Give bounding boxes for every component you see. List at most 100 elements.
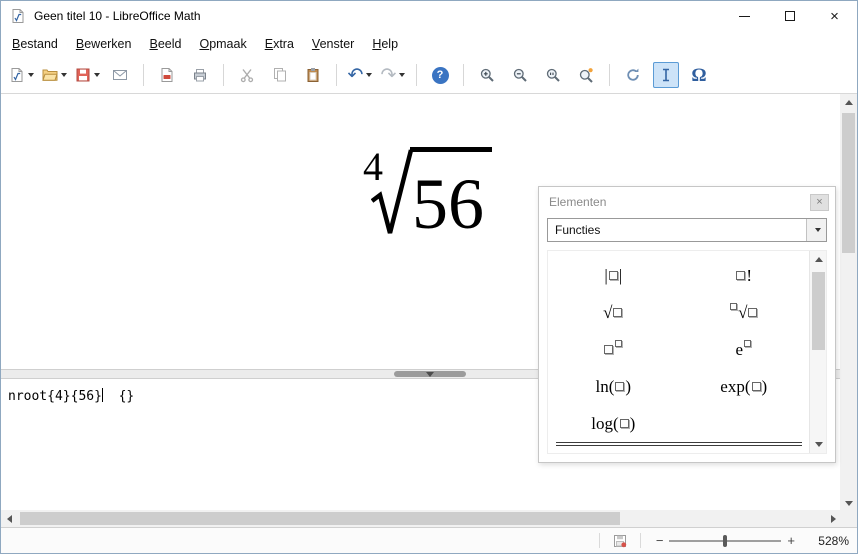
zoom-fit-all-icon [579,68,593,83]
export-pdf-button[interactable] [154,62,180,88]
undo-icon: ↶ [347,64,364,86]
new-formula-button[interactable] [8,62,34,88]
close-icon: × [830,7,839,25]
toolbar-separator [336,64,337,86]
save-dropdown-arrow-icon[interactable] [93,73,100,77]
title-bar: Geen titel 10 - LibreOffice Math × [1,1,857,31]
panel-close-icon: × [816,195,823,208]
print-button[interactable] [187,62,213,88]
close-button[interactable]: × [812,1,857,31]
splitter-arrow-icon [426,372,434,377]
menu-item-venster[interactable]: Venster [303,31,363,57]
libreoffice-math-window: { "window": { "title": "Geen titel 10 - … [0,0,858,554]
vertical-scrollbar-thumb[interactable] [842,113,855,253]
undo-button[interactable]: ↶ [347,62,373,88]
redo-dropdown-arrow-icon[interactable] [399,73,406,77]
menu-item-beeld[interactable]: Beeld [140,31,190,57]
elements-scroll-down-button[interactable] [810,436,826,453]
formula-cursor-icon [663,68,669,82]
horizontal-scrollbar-thumb[interactable] [20,512,620,525]
element-item-absolute-value[interactable]: | | [604,267,622,284]
element-item-nth-root[interactable]: √ [729,303,758,321]
partially-visible-item[interactable] [556,442,802,446]
open-dropdown-arrow-icon[interactable] [60,73,67,77]
omega-symbols-icon: Ω [691,64,707,86]
status-separator [639,533,641,548]
menu-item-help[interactable]: Help [363,31,407,57]
menu-item-bewerken[interactable]: Bewerken [67,31,141,57]
symbols-button[interactable]: Ω [686,62,712,88]
new-formula-icon [11,68,22,82]
menu-bar: Bestand Bewerken Beeld Opmaak Extra Venster He… [1,31,857,57]
save-button[interactable] [74,62,100,88]
category-dropdown[interactable]: Functies [547,218,827,242]
elements-scrollbar[interactable] [809,251,826,453]
horizontal-scrollbar[interactable] [1,510,842,527]
scroll-right-icon [831,514,836,523]
element-item-factorial[interactable]: ! [735,267,752,284]
window-title: Geen titel 10 - LibreOffice Math [34,9,201,23]
redo-icon: ↷ [380,64,397,86]
cut-button[interactable] [234,62,260,88]
help-button[interactable]: ? [427,62,453,88]
zoom-in-icon [480,68,494,82]
redo-button[interactable]: ↷ [380,62,406,88]
element-item-natural-logarithm[interactable]: ln() [595,378,631,395]
minimize-button[interactable] [722,1,767,31]
zoom-level-value[interactable]: 528% [811,534,849,548]
elements-scrollbar-thumb[interactable] [812,272,825,350]
cut-scissors-icon [240,69,254,83]
paste-button[interactable] [300,62,326,88]
copy-button[interactable] [267,62,293,88]
elements-grid: | |! √ √ e ln() exp() log() [548,251,809,453]
update-refresh-icon [627,68,639,81]
paste-clipboard-icon [307,68,319,82]
maximize-button[interactable] [767,1,812,31]
status-bar: − + 528% [1,527,857,553]
elements-panel-close-button[interactable]: × [810,193,829,211]
open-button[interactable] [41,62,67,88]
toolbar-separator [143,64,144,86]
menu-item-opmaak[interactable]: Opmaak [190,31,255,57]
vertical-scrollbar[interactable] [840,94,857,512]
window-controls: × [722,1,857,31]
scroll-up-button[interactable] [840,94,857,111]
zoom-in-button[interactable] [474,62,500,88]
printer-icon [194,69,206,82]
scroll-left-button[interactable] [1,510,18,527]
open-folder-icon [41,69,58,81]
element-item-e-power[interactable]: e [735,340,752,358]
menu-item-bestand[interactable]: Bestand [3,31,67,57]
zoom-slider-thumb[interactable] [723,534,728,547]
undo-dropdown-arrow-icon[interactable] [366,73,373,77]
element-item-logarithm[interactable]: log() [591,415,635,432]
zoom-out-minus-button[interactable]: − [650,533,670,548]
zoom-slider[interactable] [669,534,782,548]
minimize-icon [739,15,750,17]
zoom-in-plus-button[interactable]: + [781,533,801,548]
export-pdf-icon [161,68,173,82]
app-icon [12,9,24,23]
element-item-exp-function[interactable]: exp() [720,378,767,395]
formula-cursor-button[interactable] [653,62,679,88]
command-after-cursor: {} [102,389,135,404]
elements-list: | |! √ √ e ln() exp() log() [547,250,827,454]
elements-scroll-up-button[interactable] [810,251,826,268]
new-dropdown-arrow-icon[interactable] [27,73,34,77]
elements-panel-header[interactable]: Elementen × [539,187,835,217]
menu-item-extra[interactable]: Extra [256,31,303,57]
zoom-out-button[interactable] [507,62,533,88]
zoom-100-icon [546,68,560,82]
email-document-button[interactable] [107,62,133,88]
update-button[interactable] [620,62,646,88]
elements-panel-title: Elementen [549,195,607,209]
save-floppy-icon [76,68,89,82]
zoom-100-button[interactable] [540,62,566,88]
zoom-fit-all-button[interactable] [573,62,599,88]
radicand: 56 [410,147,492,240]
email-envelope-icon [113,70,127,80]
category-selected-value: Functies [555,223,601,237]
element-item-square-root[interactable]: √ [603,304,623,321]
category-dropdown-button[interactable] [806,219,826,241]
element-item-power[interactable] [603,340,623,354]
